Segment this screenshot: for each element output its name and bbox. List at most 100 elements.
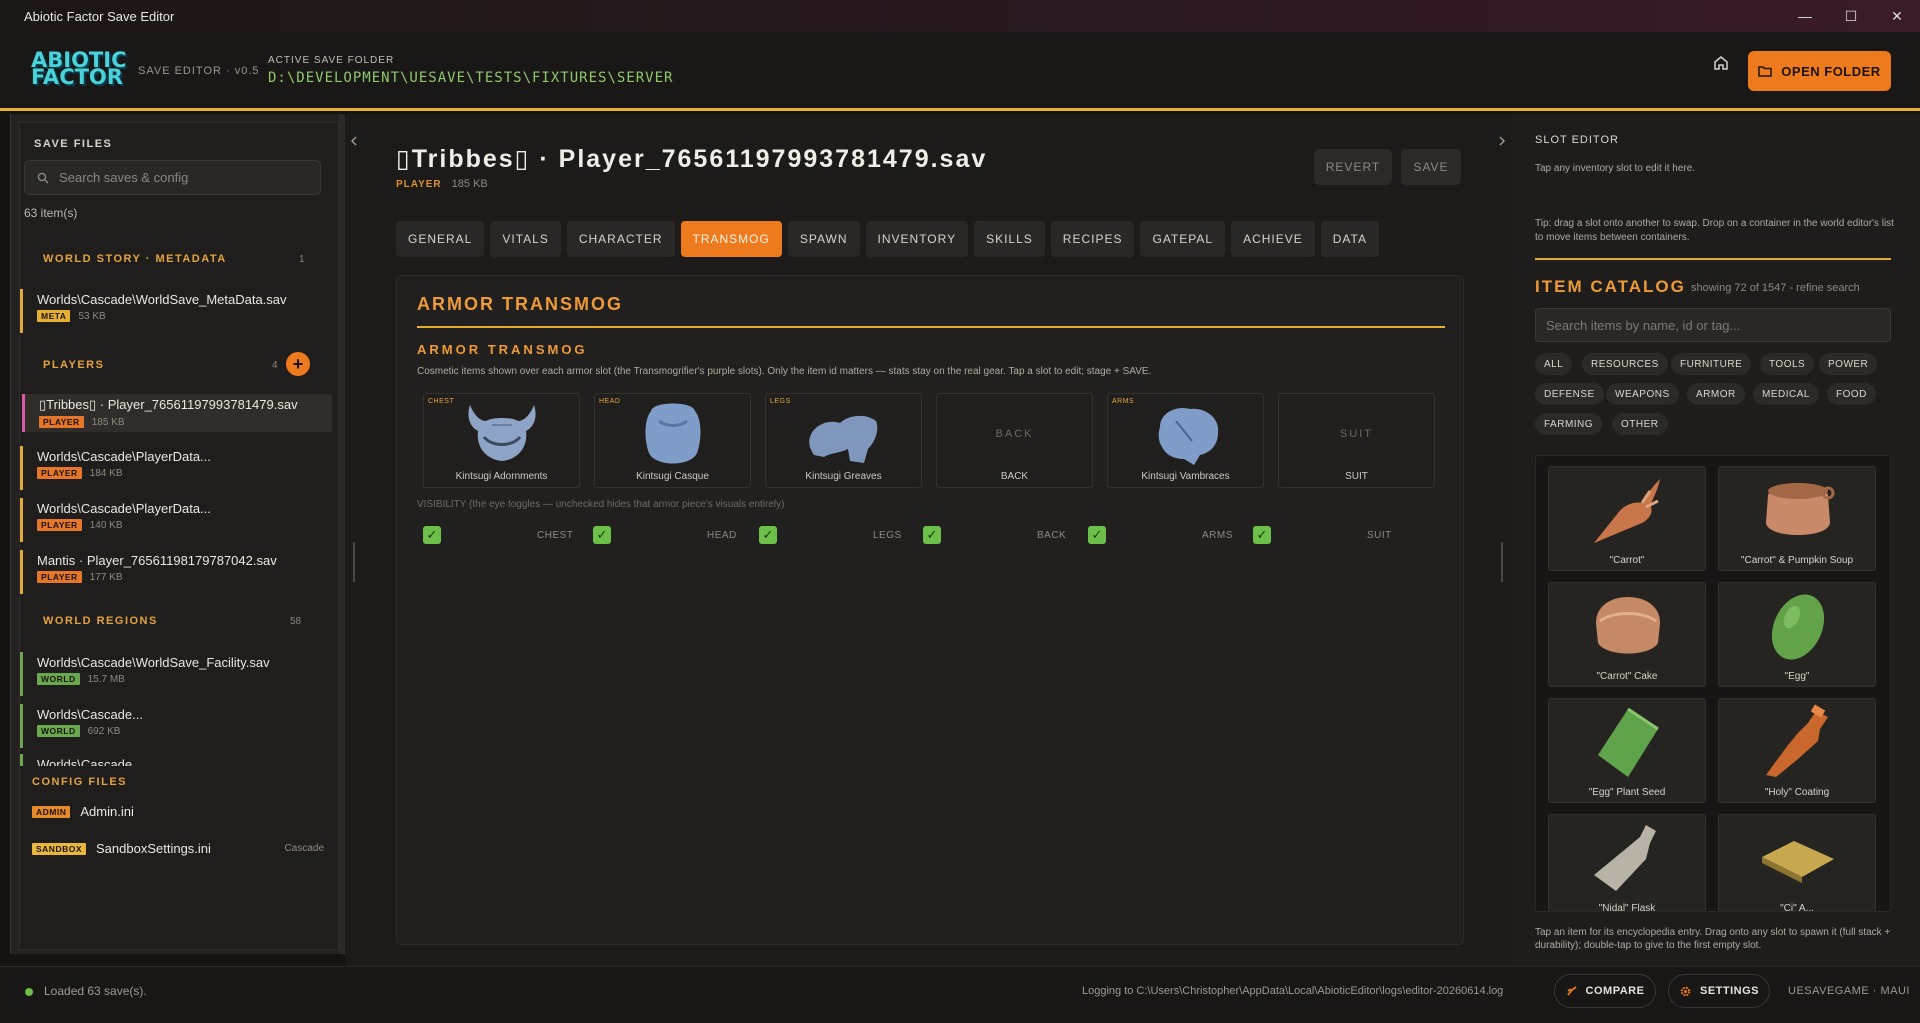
compare-button[interactable]: COMPARE — [1554, 974, 1656, 1008]
visibility-checkbox-legs[interactable]: ✓ — [759, 526, 777, 544]
revert-button[interactable]: REVERT — [1314, 149, 1392, 185]
save-button[interactable]: SAVE — [1401, 149, 1461, 185]
slot-chest[interactable]: CHEST Kintsugi Adornments — [423, 393, 580, 488]
chip-resources[interactable]: RESOURCES — [1582, 353, 1668, 375]
tab-skills[interactable]: SKILLS — [974, 221, 1045, 257]
logo-line-2: FACTOR — [31, 65, 123, 89]
save-count: 63 item(s) — [24, 206, 78, 220]
chip-all[interactable]: ALL — [1535, 353, 1573, 375]
file-item-player[interactable]: Worlds\Cascade\PlayerData... PLAYER 184 K… — [20, 446, 322, 490]
slot-editor-hint: Tap any inventory slot to edit it here. — [1535, 163, 1696, 174]
slot-suit[interactable]: SUIT SUIT — [1278, 393, 1435, 488]
chevron-right-icon — [1499, 136, 1506, 146]
world-regions-count: 58 — [290, 616, 302, 627]
file-item-world[interactable]: Worlds\Cascade... WORLD 692 KB — [20, 704, 322, 748]
visibility-checkbox-head[interactable]: ✓ — [593, 526, 611, 544]
tab-general[interactable]: GENERAL — [396, 221, 485, 257]
maximize-icon[interactable]: ☐ — [1828, 0, 1874, 32]
settings-button[interactable]: SETTINGS — [1668, 974, 1770, 1008]
file-size: 184 KB — [89, 467, 123, 479]
tab-achieve[interactable]: ACHIEVE — [1231, 221, 1315, 257]
tab-gatepal[interactable]: GATEPAL — [1140, 221, 1226, 257]
editor-tabs: GENERAL VITALS CHARACTER TRANSMOG SPAWN … — [396, 221, 1379, 257]
file-item-player[interactable]: Mantis · Player_76561198179787042.sav PL… — [20, 550, 322, 594]
catalog-item[interactable]: "Carrot" — [1548, 466, 1706, 571]
file-item-metadata[interactable]: Worlds\Cascade\WorldSave_MetaData.sav ME… — [20, 289, 322, 333]
config-item-admin[interactable]: ADMIN Admin.ini — [32, 804, 134, 819]
file-size: 15.7 MB — [87, 673, 125, 685]
slot-head[interactable]: HEAD Kintsugi Casque — [594, 393, 751, 488]
chip-food[interactable]: FOOD — [1827, 383, 1876, 405]
home-button[interactable] — [1706, 48, 1736, 78]
tab-data[interactable]: DATA — [1320, 221, 1379, 257]
slot-legs[interactable]: LEGS Kintsugi Greaves — [765, 393, 922, 488]
window-titlebar: Abiotic Factor Save Editor — ☐ ✕ — [0, 0, 1920, 32]
minimize-icon[interactable]: — — [1782, 0, 1828, 32]
visibility-checkbox-chest[interactable]: ✓ — [423, 526, 441, 544]
soup-pot-icon — [1766, 483, 1835, 535]
catalog-item-name: "Carrot" Cake — [1596, 671, 1658, 682]
slot-empty-text: SUIT — [1339, 428, 1374, 440]
kintsugi-adornments-icon — [468, 405, 536, 461]
chip-armor[interactable]: ARMOR — [1687, 383, 1745, 405]
config-item-sandbox[interactable]: SANDBOX SandboxSettings.ini Cascade — [32, 841, 324, 856]
save-search-input[interactable]: Search saves & config — [24, 160, 321, 195]
chip-defense[interactable]: DEFENSE — [1535, 383, 1604, 405]
tab-inventory[interactable]: INVENTORY — [865, 221, 969, 257]
save-search-placeholder: Search saves & config — [59, 170, 189, 185]
config-files-title: CONFIG FILES — [32, 776, 127, 788]
tab-spawn[interactable]: SPAWN — [787, 221, 860, 257]
chip-weapons[interactable]: WEAPONS — [1606, 383, 1679, 405]
chevron-left-icon — [350, 136, 357, 146]
catalog-search-input[interactable]: Search items by name, id or tag... — [1535, 308, 1891, 342]
slot-label: CHEST — [428, 398, 455, 405]
catalog-item[interactable]: "Holy" Coating — [1718, 698, 1876, 803]
slot-arms[interactable]: ARMS Kintsugi Vambraces — [1107, 393, 1264, 488]
seed-packet-icon — [1598, 707, 1659, 777]
add-player-button[interactable]: + — [286, 352, 310, 376]
slot-editor-title: SLOT EDITOR — [1535, 134, 1619, 146]
left-collapse-handle[interactable] — [345, 114, 363, 966]
slot-item-name: Kintsugi Vambraces — [1141, 471, 1230, 482]
slot-item-name: Kintsugi Casque — [636, 471, 709, 482]
egg-icon — [1771, 594, 1825, 660]
file-item-world[interactable]: Worlds\Cascade\WorldSave_Facility.sav WO… — [20, 652, 322, 696]
file-name: Worlds\Cascade\WorldSave_Facility.sav — [37, 655, 270, 670]
slot-back[interactable]: BACK BACK — [936, 393, 1093, 488]
visibility-checkbox-arms[interactable]: ✓ — [1088, 526, 1106, 544]
chip-farming[interactable]: FARMING — [1535, 413, 1603, 435]
chip-medical[interactable]: MEDICAL — [1753, 383, 1819, 405]
tab-transmog[interactable]: TRANSMOG — [680, 221, 782, 257]
file-item-world-partial[interactable]: Worlds\Cascade... — [20, 754, 322, 766]
subsection-title: ARMOR TRANSMOG — [417, 342, 588, 357]
file-size: 177 KB — [89, 571, 123, 583]
catalog-item[interactable]: "Egg" Plant Seed — [1548, 698, 1706, 803]
search-icon — [37, 172, 49, 183]
catalog-item[interactable]: "Ci" A... — [1718, 814, 1876, 911]
tab-recipes[interactable]: RECIPES — [1050, 221, 1135, 257]
file-item-player-selected[interactable]: ▯Tribbes▯ · Player_76561197993781479.sav… — [22, 394, 332, 432]
item-catalog-grid[interactable]: "Carrot" "Carrot" & Pumpkin Soup "Carrot… — [1535, 455, 1891, 912]
visibility-label-arms: ARMS — [1202, 530, 1233, 541]
brand-label: UESAVEGAME · MAUI — [1788, 985, 1910, 997]
resize-grip[interactable] — [353, 542, 355, 582]
tab-vitals[interactable]: VITALS — [490, 221, 561, 257]
chip-power[interactable]: POWER — [1819, 353, 1878, 375]
catalog-item[interactable]: "Egg" — [1718, 582, 1876, 687]
right-collapse-handle[interactable] — [1493, 114, 1511, 966]
open-folder-button[interactable]: OPEN FOLDER — [1748, 51, 1891, 91]
resize-grip[interactable] — [1501, 542, 1503, 582]
visibility-checkbox-back[interactable]: ✓ — [923, 526, 941, 544]
file-name: Worlds\Cascade\PlayerData... — [37, 449, 211, 464]
catalog-item[interactable]: "Carrot" Cake — [1548, 582, 1706, 687]
file-item-player[interactable]: Worlds\Cascade\PlayerData... PLAYER 140 K… — [20, 498, 322, 542]
chip-furniture[interactable]: FURNITURE — [1671, 353, 1752, 375]
tab-character[interactable]: CHARACTER — [566, 221, 675, 257]
catalog-item[interactable]: "Nidal" Flask — [1548, 814, 1706, 911]
catalog-item[interactable]: "Carrot" & Pumpkin Soup — [1718, 466, 1876, 571]
chip-other[interactable]: OTHER — [1612, 413, 1668, 435]
sandbox-badge: SANDBOX — [32, 842, 87, 855]
visibility-checkbox-suit[interactable]: ✓ — [1253, 526, 1271, 544]
chip-tools[interactable]: TOOLS — [1760, 353, 1815, 375]
close-icon[interactable]: ✕ — [1874, 0, 1920, 32]
